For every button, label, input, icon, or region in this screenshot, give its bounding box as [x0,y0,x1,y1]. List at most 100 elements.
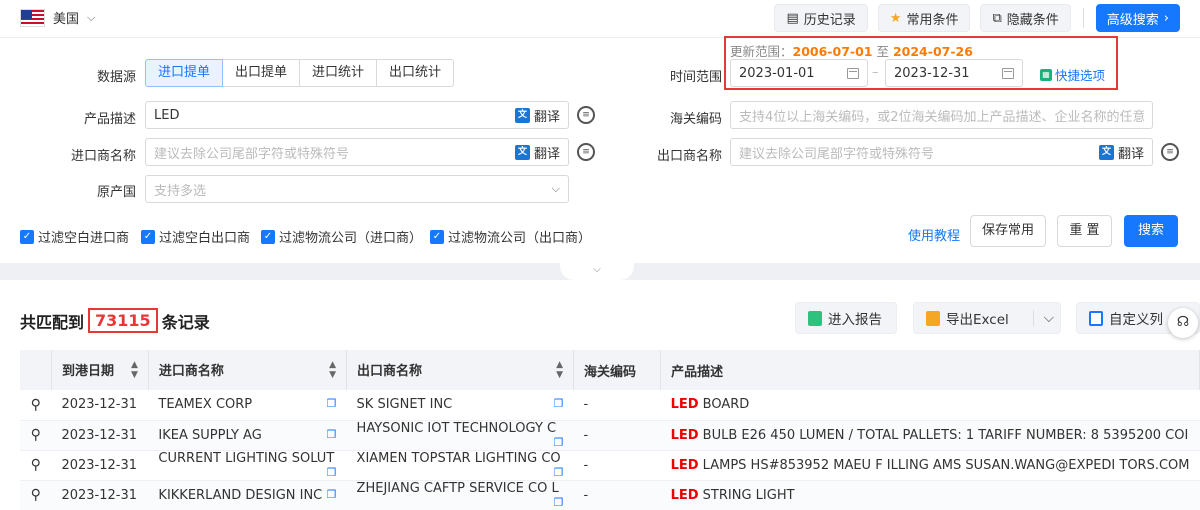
export-dropdown-icon[interactable]: ⌵ [1032,310,1054,326]
advanced-search-button[interactable]: 高级搜索 › [1095,4,1180,32]
checkbox-checked-icon: ✓ [430,229,444,244]
cell-exporter[interactable]: HAYSONIC IOT TECHNOLOGY C ❐ [346,420,574,451]
cell-hs-code: - [573,420,661,451]
divider [1082,8,1084,28]
table-row[interactable]: ⚲ 2023-12-31 TEAMEX CORP ❐ SK SIGNET INC ❐ - LE… [20,390,1200,421]
sort-icon[interactable]: ▲ ▼ [329,360,336,380]
date-end-input[interactable]: 2023-12-31 [885,59,1023,87]
cell-importer[interactable]: CURRENT LIGHTING SOLUT ❐ [148,450,347,481]
results-table: 到港日期 ▲ ▼ 进口商名称 ▲ ▼ 出口商名称 ▲ ▼ 海关编码 产品描述 ⚲ 2023-1… [20,350,1200,510]
table-header: 到港日期 ▲ ▼ 进口商名称 ▲ ▼ 出口商名称 ▲ ▼ 海关编码 产品描述 [20,350,1200,390]
cell-importer[interactable]: IKEA SUPPLY AG ❐ [148,420,347,451]
header-label: 出口商名称 [357,364,423,379]
exporter-input[interactable]: 建议去除公司尾部字符或特殊符号 文 翻译 [730,138,1153,166]
tutorial-link[interactable]: 使用教程 [908,225,960,244]
copy-icon[interactable]: ❐ [327,397,337,410]
cell-exporter[interactable]: XIAMEN TOPSTAR LIGHTING CO ❐ [346,450,574,481]
cell-exporter[interactable]: SK SIGNET INC ❐ [346,390,574,421]
cell-date: 2023-12-31 [51,480,149,510]
header-product-desc: 产品描述 [660,350,1200,390]
cell-product-desc: LED BOARD [660,390,1200,421]
history-button[interactable]: ▤ 历史记录 [774,4,868,32]
view-detail-icon[interactable]: ⚲ [20,390,52,421]
date-start-input[interactable]: 2023-01-01 [730,59,868,87]
header-arrival-date[interactable]: 到港日期 ▲ ▼ [51,350,149,390]
exporter-label: 出口商名称 [656,149,722,164]
filter-logistics-exporter[interactable]: ✓ 过滤物流公司（出口商） [430,227,591,246]
table-row[interactable]: ⚲ 2023-12-31 CURRENT LIGHTING SOLUT ❐ XIAMEN… [20,450,1200,481]
importer-thesaurus-icon[interactable]: ≡ [577,143,595,161]
cell-exporter[interactable]: ZHEJIANG CAFTP SERVICE CO L ❐ [346,480,574,510]
headset-icon[interactable]: ☊ [1168,308,1198,338]
product-translate-button[interactable]: 文 翻译 [514,106,560,125]
filter-logistics-importer[interactable]: ✓ 过滤物流公司（进口商） [261,227,422,246]
hs-code-placeholder: 支持4位以上海关编码，或2位海关编码加上产品描述、企业名称的任意信息 [739,109,1144,125]
cell-hs-code: - [573,450,661,481]
hs-code-input[interactable]: 支持4位以上海关编码，或2位海关编码加上产品描述、企业名称的任意信息 [730,101,1153,129]
search-button[interactable]: 搜索 [1124,215,1178,247]
export-excel-button[interactable]: 导出Excel ⌵ [913,302,1061,334]
cell-date: 2023-12-31 [51,420,149,451]
datasource-export-stats[interactable]: 出口统计 [377,59,455,87]
copy-icon[interactable]: ❐ [554,397,564,410]
datasource-import-stats[interactable]: 进口统计 [300,59,378,87]
update-to: 至 [876,44,889,59]
sort-icon[interactable]: ▲ ▼ [556,360,563,380]
origin-select[interactable]: 支持多选 ⌵ [145,175,569,203]
datasource-export-bill[interactable]: 出口提单 [223,59,301,87]
cell-date: 2023-12-31 [51,450,149,481]
save-favorites-button[interactable]: 保存常用 [970,215,1046,247]
view-detail-icon[interactable]: ⚲ [20,480,52,510]
desc-text: LAMPS HS#853952 MAEU F ILLING AMS SUSAN.… [698,457,1190,473]
copy-icon[interactable]: ❐ [554,496,564,509]
copy-icon[interactable]: ❐ [554,436,564,449]
cell-hs-code: - [573,480,661,510]
copy-icon[interactable]: ❐ [554,466,564,479]
importer-name: CURRENT LIGHTING SOLUT [158,451,335,466]
product-input[interactable]: LED 文 翻译 [145,101,569,129]
importer-input[interactable]: 建议去除公司尾部字符或特殊符号 文 翻译 [145,138,569,166]
view-detail-icon[interactable]: ⚲ [20,420,52,451]
hide-conditions-button[interactable]: ⧉ 隐藏条件 [980,4,1071,32]
hs-code-label: 海关编码 [669,112,722,127]
header-exporter[interactable]: 出口商名称 ▲ ▼ [346,350,574,390]
datasource-import-bill[interactable]: 进口提单 [145,59,224,87]
cell-importer[interactable]: KIKKERLAND DESIGN INC ❐ [148,480,347,510]
exporter-thesaurus-icon[interactable]: ≡ [1161,143,1179,161]
hide-icon: ⧉ [992,10,1002,26]
product-thesaurus-icon[interactable]: ≡ [577,106,595,124]
header-hs-code: 海关编码 [573,350,662,390]
exporter-placeholder: 建议去除公司尾部字符或特殊符号 [739,146,935,162]
collapse-toggle[interactable]: ⌵ [560,263,634,280]
cell-importer[interactable]: TEAMEX CORP ❐ [148,390,347,421]
translate-icon: 文 [514,144,530,160]
table-row[interactable]: ⚲ 2023-12-31 IKEA SUPPLY AG ❐ HAYSONIC IOT T… [20,420,1200,451]
chevron-down-icon: ⌵ [87,10,96,24]
table-row[interactable]: ⚲ 2023-12-31 KIKKERLAND DESIGN INC ❐ ZHEJIAN… [20,480,1200,510]
copy-icon[interactable]: ❐ [327,466,337,479]
header-importer[interactable]: 进口商名称 ▲ ▼ [148,350,348,390]
sort-icon[interactable]: ▲ ▼ [131,360,138,380]
reset-button[interactable]: 重 置 [1057,215,1112,247]
copy-icon[interactable]: ❐ [327,428,337,441]
keyword-highlight: LED [670,487,699,503]
quick-options-link[interactable]: ▦ 快捷选项 [1040,65,1105,84]
favorites-button[interactable]: ★ 常用条件 [877,4,971,32]
chevron-down-icon: ⌵ [551,182,560,195]
filter-blank-exporter[interactable]: ✓ 过滤空白出口商 [141,227,250,246]
country-selector[interactable]: 美国 ⌵ [20,8,95,27]
date-end-value: 2023-12-31 [894,65,970,81]
exporter-translate-button[interactable]: 文 翻译 [1098,143,1144,162]
quick-options-icon: ▦ [1040,68,1052,81]
translate-icon: 文 [1098,144,1114,160]
date-start-value: 2023-01-01 [739,65,815,81]
translate-icon: 文 [514,107,530,123]
update-end: 2024-07-26 [892,44,973,59]
copy-icon[interactable]: ❐ [327,488,337,501]
view-detail-icon[interactable]: ⚲ [20,450,52,481]
importer-translate-button[interactable]: 文 翻译 [514,143,560,162]
report-button[interactable]: 进入报告 [795,302,897,334]
filter-label: 过滤空白进口商 [38,231,130,246]
filter-blank-importer[interactable]: ✓ 过滤空白进口商 [20,227,129,246]
chevron-right-icon: › [1163,10,1169,26]
